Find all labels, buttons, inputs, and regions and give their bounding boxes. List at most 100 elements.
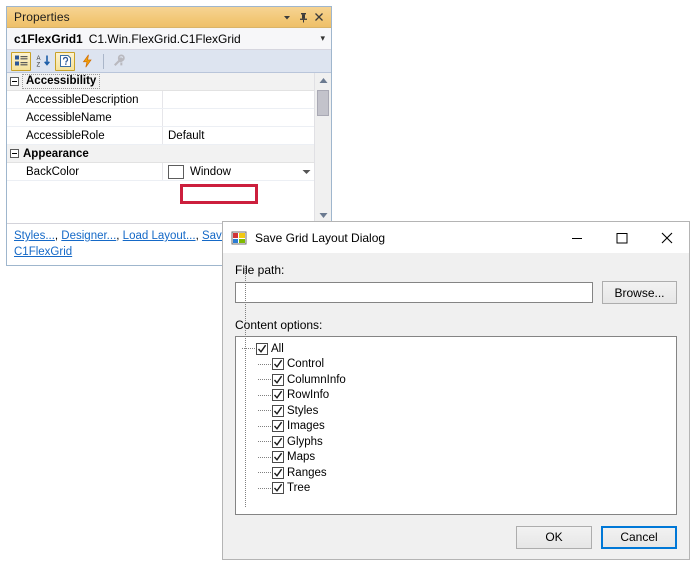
property-value-text: Window — [190, 166, 231, 178]
property-category-row[interactable]: Accessibility — [7, 73, 314, 91]
cancel-button[interactable]: Cancel — [601, 526, 677, 549]
dialog-footer: OK Cancel — [223, 515, 689, 559]
category-label: Appearance — [22, 148, 89, 160]
collapse-icon[interactable] — [7, 77, 22, 86]
list-item[interactable]: Styles — [242, 403, 676, 419]
tree-node-label: Control — [287, 358, 324, 370]
property-value[interactable]: Default — [162, 127, 314, 144]
tree-node-label: Images — [287, 420, 325, 432]
tree-line — [258, 388, 272, 404]
property-category-row[interactable]: Appearance — [7, 145, 314, 163]
table-row[interactable]: AccessibleName — [7, 109, 314, 127]
tree-line — [242, 341, 256, 357]
table-row[interactable]: BackColor Window — [7, 163, 314, 181]
tree-line — [258, 465, 272, 481]
checkbox-control[interactable] — [272, 358, 284, 370]
property-name: AccessibleRole — [7, 130, 162, 142]
collapse-icon[interactable] — [7, 149, 22, 158]
tree-line — [258, 403, 272, 419]
checkbox-rowinfo[interactable] — [272, 389, 284, 401]
tree-node-label: All — [271, 343, 284, 355]
list-item[interactable]: Images — [242, 419, 676, 435]
property-grid[interactable]: Accessibility AccessibleDescription Acce… — [7, 73, 331, 223]
ok-button[interactable]: OK — [516, 526, 592, 549]
form-window-icon — [231, 230, 247, 246]
designer-link[interactable]: Designer... — [61, 230, 116, 242]
list-item[interactable]: RowInfo — [242, 388, 676, 404]
property-value[interactable] — [162, 91, 314, 108]
save-grid-layout-dialog: Save Grid Layout Dialog File path: Brows… — [222, 221, 690, 560]
scrollbar-thumb[interactable] — [317, 90, 329, 116]
dropdown-icon[interactable] — [279, 9, 295, 25]
alphabetical-button[interactable]: A Z — [33, 52, 53, 71]
checkbox-tree[interactable] — [272, 482, 284, 494]
events-button[interactable] — [77, 52, 97, 71]
checkbox-glyphs[interactable] — [272, 436, 284, 448]
dialog-body: File path: Browse... Content options: Al… — [223, 253, 689, 515]
checkbox-maps[interactable] — [272, 451, 284, 463]
svg-text:A: A — [36, 56, 40, 62]
list-item[interactable]: Tree — [242, 481, 676, 497]
property-name: AccessibleDescription — [7, 94, 162, 106]
list-item[interactable]: Glyphs — [242, 434, 676, 450]
list-item[interactable]: Maps — [242, 450, 676, 466]
checkbox-all[interactable] — [256, 343, 268, 355]
file-path-row: Browse... — [235, 281, 677, 304]
tree-node-label: RowInfo — [287, 389, 329, 401]
property-name: AccessibleName — [7, 112, 162, 124]
object-name: c1FlexGrid1 — [14, 32, 83, 46]
checkbox-columninfo[interactable] — [272, 374, 284, 386]
color-swatch-icon — [168, 165, 184, 179]
scrollbar-track[interactable] — [315, 88, 331, 208]
checkbox-images[interactable] — [272, 420, 284, 432]
close-button[interactable] — [644, 223, 689, 253]
checkbox-styles[interactable] — [272, 405, 284, 417]
dialog-title: Save Grid Layout Dialog — [255, 231, 554, 245]
tree-node-all[interactable]: All — [242, 341, 676, 357]
tree-node-label: ColumnInfo — [287, 374, 346, 386]
pin-icon[interactable] — [295, 9, 311, 25]
file-path-input[interactable] — [235, 282, 593, 303]
list-item[interactable]: Control — [242, 357, 676, 373]
scroll-up-icon[interactable] — [315, 73, 331, 88]
browse-button[interactable]: Browse... — [602, 281, 677, 304]
property-grid-scrollbar[interactable] — [314, 73, 331, 223]
minimize-button[interactable] — [554, 223, 599, 253]
properties-button[interactable] — [55, 52, 75, 71]
property-value-backcolor[interactable]: Window — [162, 163, 314, 180]
close-icon[interactable] — [311, 9, 327, 25]
content-options-label: Content options: — [235, 318, 677, 332]
property-value[interactable] — [162, 109, 314, 126]
table-row[interactable]: AccessibleRole Default — [7, 127, 314, 145]
property-grid-rows: Accessibility AccessibleDescription Acce… — [7, 73, 314, 223]
categorized-button[interactable] — [11, 52, 31, 71]
tree-node-label: Styles — [287, 405, 318, 417]
property-grid-empty-space — [7, 181, 314, 223]
tree-node-label: Ranges — [287, 467, 327, 479]
dialog-titlebar: Save Grid Layout Dialog — [223, 222, 689, 253]
tree-line — [258, 357, 272, 373]
property-pages-button[interactable] — [108, 52, 128, 71]
chevron-down-icon[interactable] — [302, 167, 314, 177]
maximize-button[interactable] — [599, 223, 644, 253]
checkbox-ranges[interactable] — [272, 467, 284, 479]
load-layout-link[interactable]: Load Layout... — [123, 230, 196, 242]
toolbar-separator — [103, 54, 104, 69]
tree-line — [258, 481, 272, 497]
properties-toolbar: A Z — [7, 50, 331, 73]
styles-link[interactable]: Styles... — [14, 230, 55, 242]
tree-node-label: Maps — [287, 451, 315, 463]
file-path-label: File path: — [235, 263, 677, 277]
list-item[interactable]: Ranges — [242, 465, 676, 481]
object-selector[interactable]: c1FlexGrid1 C1.Win.FlexGrid.C1FlexGrid ▾ — [7, 28, 331, 50]
tree-line — [258, 419, 272, 435]
svg-text:Z: Z — [36, 63, 40, 69]
table-row[interactable]: AccessibleDescription — [7, 91, 314, 109]
object-type: C1.Win.FlexGrid.C1FlexGrid — [89, 32, 317, 46]
page-title: Properties — [14, 10, 279, 24]
chevron-down-icon[interactable]: ▾ — [316, 33, 325, 44]
tree-line — [258, 450, 272, 466]
category-label: Accessibility — [22, 74, 100, 89]
content-options-tree[interactable]: All Control ColumnInfo — [235, 336, 677, 515]
list-item[interactable]: ColumnInfo — [242, 372, 676, 388]
